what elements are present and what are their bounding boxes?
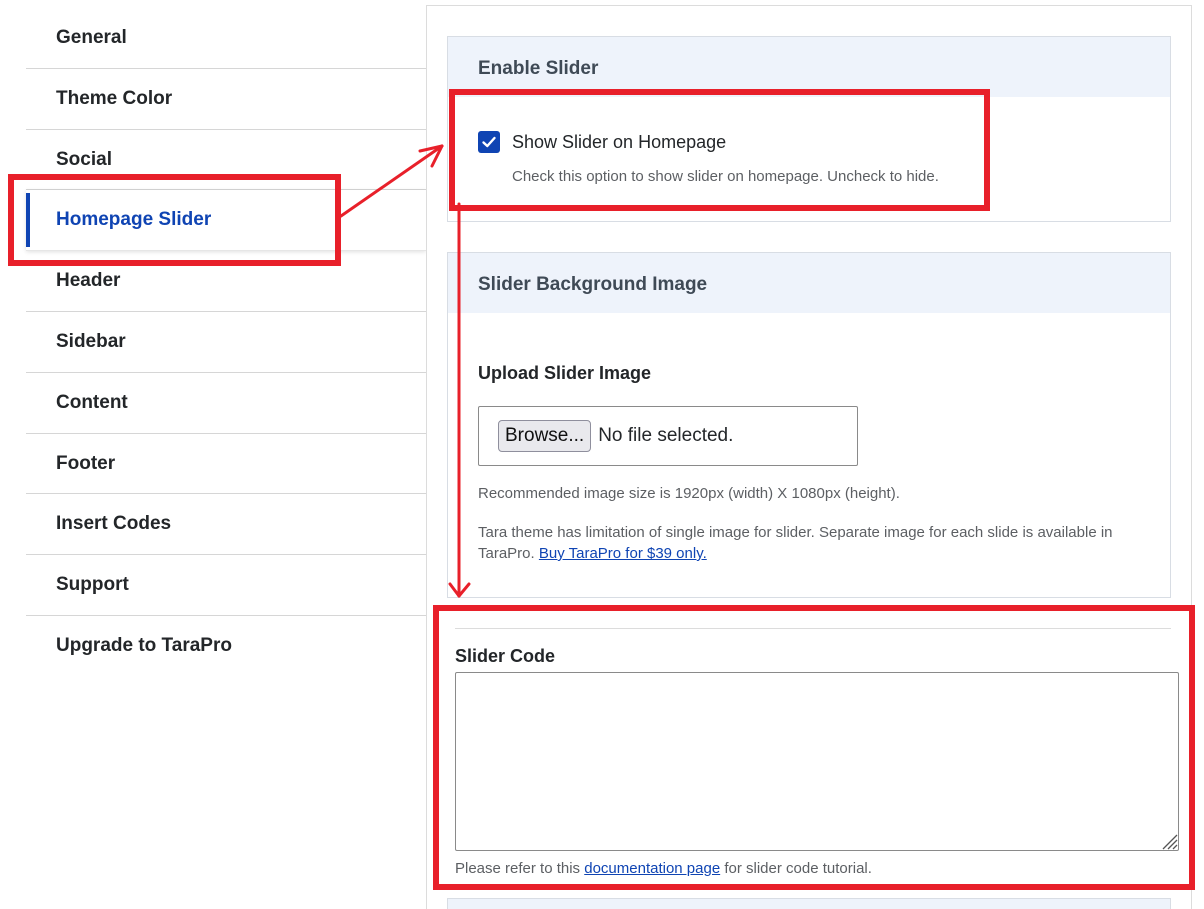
sidebar-item-insert-codes[interactable]: Insert Codes	[26, 494, 426, 556]
sidebar-item-header[interactable]: Header	[26, 251, 426, 312]
slider-code-textarea[interactable]	[455, 672, 1179, 851]
sidebar-item-support[interactable]: Support	[26, 555, 426, 616]
limitation-text: Tara theme has limitation of single imag…	[478, 522, 1138, 564]
sidebar-item-social[interactable]: Social	[26, 130, 426, 191]
section-divider	[455, 628, 1171, 629]
resize-grip-icon[interactable]	[1158, 830, 1178, 850]
slider-code-help-prefix: Please refer to this	[455, 860, 581, 877]
show-slider-row: Show Slider on Homepage	[478, 131, 726, 153]
sidebar-item-content[interactable]: Content	[26, 373, 426, 434]
show-slider-description: Check this option to show slider on home…	[512, 168, 939, 185]
sidebar-item-upgrade[interactable]: Upgrade to TaraPro	[26, 616, 426, 677]
sidebar-item-homepage-slider[interactable]: Homepage Slider	[26, 190, 426, 252]
slider-background-heading: Slider Background Image	[448, 253, 1170, 313]
settings-sidebar: General Theme Color Social Homepage Slid…	[26, 8, 426, 677]
buy-tarapro-link[interactable]: Buy TaraPro for $39 only.	[539, 545, 707, 562]
sidebar-item-general[interactable]: General	[26, 8, 426, 69]
sidebar-item-footer[interactable]: Footer	[26, 434, 426, 495]
slider-background-card: Slider Background Image Upload Slider Im…	[447, 252, 1171, 598]
slider-code-help: Please refer to this documentation page …	[455, 860, 872, 877]
upload-slider-image-label: Upload Slider Image	[478, 363, 652, 383]
recommended-size-text: Recommended image size is 1920px (width)…	[478, 485, 900, 502]
show-slider-label[interactable]: Show Slider on Homepage	[512, 132, 726, 153]
file-status: No file selected.	[598, 425, 734, 446]
file-input[interactable]: Browse... No file selected.	[478, 406, 858, 466]
show-slider-checkbox[interactable]	[478, 131, 500, 153]
slider-code-label: Slider Code	[455, 646, 556, 666]
documentation-link[interactable]: documentation page	[584, 860, 720, 877]
checkmark-icon	[482, 136, 496, 148]
browse-button[interactable]: Browse...	[498, 420, 592, 452]
next-card	[447, 898, 1171, 909]
enable-slider-card: Enable Slider Show Slider on Homepage Ch…	[447, 36, 1171, 222]
sidebar-item-theme-color[interactable]: Theme Color	[26, 69, 426, 130]
enable-slider-heading: Enable Slider	[448, 37, 1170, 97]
sidebar-item-sidebar[interactable]: Sidebar	[26, 312, 426, 373]
slider-code-help-suffix: for slider code tutorial.	[724, 860, 872, 877]
